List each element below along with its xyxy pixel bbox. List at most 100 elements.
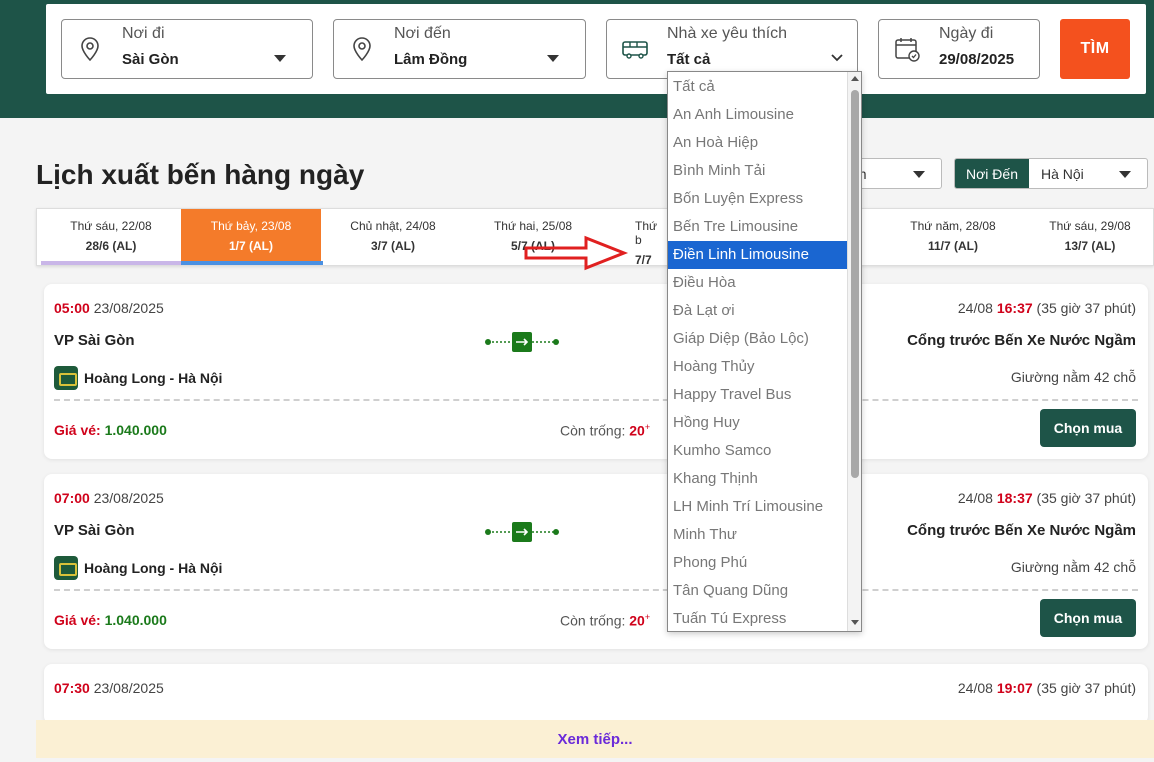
operator-label: Nhà xe yêu thích xyxy=(667,25,788,42)
destination-filter-select[interactable]: Nơi Đến Hà Nội xyxy=(954,158,1148,189)
dropdown-option[interactable]: Khang Thịnh xyxy=(668,465,848,493)
dropdown-option[interactable]: Bốn Luyện Express xyxy=(668,185,848,213)
dropdown-option[interactable]: LH Minh Trí Limousine xyxy=(668,493,848,521)
date-tab-day: Chủ nhật, 24/08 xyxy=(350,219,436,233)
seats-available: Còn trống: 20+ xyxy=(560,422,650,439)
avail-plus: + xyxy=(644,612,651,622)
dropdown-option[interactable]: Tuấn Tú Express xyxy=(668,605,848,631)
ticket-price: Giá vé: 1.040.000 xyxy=(54,612,167,628)
seat-type: Giường nằm 42 chỗ xyxy=(1010,559,1136,575)
trip-duration: (35 giờ 37 phút) xyxy=(1036,490,1136,506)
depart-time: 07:30 xyxy=(54,680,90,696)
arrive-datetime: 24/08 18:37 (35 giờ 37 phút) xyxy=(958,490,1136,506)
operator-dropdown-list[interactable]: Tất cả An Anh Limousine An Hoà Hiệp Bình… xyxy=(667,71,862,632)
trip-card: 07:30 23/08/2025 24/08 19:07 (35 giờ 37 … xyxy=(44,664,1148,724)
destination-filter-value: Hà Nội xyxy=(1041,166,1084,182)
operator-value: Tất cả xyxy=(667,51,711,68)
dropdown-option[interactable]: An Hoà Hiệp xyxy=(668,129,848,157)
tab-underline-active xyxy=(181,261,323,265)
destination-select[interactable]: Nơi đến Lâm Đồng xyxy=(333,19,586,79)
depart-station: VP Sài Gòn xyxy=(54,522,135,539)
search-panel: Nơi đi Sài Gòn Nơi đến Lâm Đồng Nhà xe y… xyxy=(46,4,1146,94)
date-value: 29/08/2025 xyxy=(939,51,1015,68)
chevron-down-icon xyxy=(1119,171,1131,178)
dropdown-option[interactable]: Đà Lạt ơi xyxy=(668,297,848,325)
date-tab-day: Thứ b xyxy=(635,219,658,247)
date-tab-day: Thứ hai, 25/08 xyxy=(493,219,573,233)
operator-select[interactable]: Nhà xe yêu thích Tất cả xyxy=(606,19,858,79)
date-tab-lunar: 7/7 xyxy=(635,253,652,267)
arrive-datetime: 24/08 16:37 (35 giờ 37 phút) xyxy=(958,300,1136,316)
avail-label: Còn trống: xyxy=(560,422,626,439)
arrive-date: 24/08 xyxy=(957,680,993,696)
location-pin-icon xyxy=(353,37,371,62)
load-more-button[interactable]: Xem tiếp... xyxy=(36,720,1154,758)
seats-available: Còn trống: 20+ xyxy=(560,612,650,629)
chevron-down-icon xyxy=(547,55,559,62)
dropdown-option[interactable]: Giáp Diệp (Bảo Lộc) xyxy=(668,325,848,353)
scroll-up-icon[interactable] xyxy=(851,76,859,81)
arrive-date: 24/08 xyxy=(957,300,993,316)
date-tab[interactable]: Chủ nhật, 24/08 3/7 (AL) xyxy=(323,209,463,261)
date-tab-lunar: 13/7 (AL) xyxy=(1064,239,1116,253)
dropdown-option[interactable]: Hoàng Thủy xyxy=(668,353,848,381)
red-arrow-annotation xyxy=(524,235,629,271)
date-tab-active[interactable]: Thứ bảy, 23/08 1/7 (AL) xyxy=(181,209,321,261)
trip-card: 07:00 23/08/2025 VP Sài Gòn Hoàng Long -… xyxy=(44,474,1148,649)
location-pin-icon xyxy=(81,37,99,62)
scroll-down-icon[interactable] xyxy=(851,620,859,625)
arrive-date: 24/08 xyxy=(957,490,993,506)
arrive-station: Cổng trước Bến Xe Nước Ngầm xyxy=(907,332,1136,349)
date-tab-lunar: 11/7 (AL) xyxy=(927,239,978,253)
date-tab[interactable]: Thứ năm, 28/08 11/7 (AL) xyxy=(883,209,1023,261)
search-button[interactable]: TÌM xyxy=(1060,19,1130,79)
date-tab-day: Thứ năm, 28/08 xyxy=(910,219,996,233)
page-title: Lịch xuất bến hàng ngày xyxy=(36,159,365,190)
seat-type: Giường nằm 42 chỗ xyxy=(1010,369,1136,385)
depart-datetime: 05:00 23/08/2025 xyxy=(54,300,164,316)
date-tab-day: Thứ sáu, 29/08 xyxy=(1049,219,1131,233)
date-picker[interactable]: Ngày đi 29/08/2025 xyxy=(878,19,1040,79)
depart-date: 23/08/2025 xyxy=(93,490,164,506)
avail-count: 20 xyxy=(629,422,645,439)
operator-text: Hoàng Long - Hà Nội xyxy=(84,560,223,576)
scrollbar-thumb[interactable] xyxy=(851,90,859,478)
dropdown-option[interactable]: An Anh Limousine xyxy=(668,101,848,129)
depart-date: 23/08/2025 xyxy=(93,680,164,696)
dropdown-option[interactable]: Minh Thư xyxy=(668,521,848,549)
operator-logo-icon xyxy=(54,366,78,390)
chevron-down-icon xyxy=(274,55,286,62)
price-value: 1.040.000 xyxy=(104,612,167,628)
trip-card: 05:00 23/08/2025 VP Sài Gòn Hoàng Long -… xyxy=(44,284,1148,459)
arrive-time: 19:07 xyxy=(996,680,1033,696)
bus-icon xyxy=(622,41,648,59)
chevron-down-icon xyxy=(831,54,843,62)
depart-station: VP Sài Gòn xyxy=(54,332,135,349)
operator-name: Hoàng Long - Hà Nội xyxy=(54,366,222,390)
chevron-down-icon xyxy=(913,171,925,178)
dropdown-option[interactable]: Kumho Samco xyxy=(668,437,848,465)
origin-select[interactable]: Nơi đi Sài Gòn xyxy=(61,19,313,79)
avail-label: Còn trống: xyxy=(560,612,626,629)
date-tab-day: Thứ sáu, 22/08 xyxy=(70,219,152,233)
buy-button[interactable]: Chọn mua xyxy=(1040,599,1136,637)
dropdown-option[interactable]: Phong Phú xyxy=(668,549,848,577)
route-bus-icon xyxy=(485,522,559,542)
date-tab[interactable]: Thứ sáu, 22/08 28/6 (AL) xyxy=(41,209,181,261)
date-tab-day: Thứ bảy, 23/08 xyxy=(210,219,292,233)
dropdown-option[interactable]: Bến Tre Limousine xyxy=(668,213,848,241)
dropdown-option[interactable]: Tất cả xyxy=(668,73,848,101)
arrive-station: Cổng trước Bến Xe Nước Ngầm xyxy=(907,522,1136,539)
origin-label: Nơi đi xyxy=(122,25,165,42)
dropdown-option[interactable]: Bình Minh Tải xyxy=(668,157,848,185)
dropdown-scrollbar[interactable] xyxy=(847,72,861,631)
dropdown-option-selected[interactable]: Điền Linh Limousine xyxy=(668,241,848,269)
date-tab[interactable]: Thứ sáu, 29/08 13/7 (AL) xyxy=(1027,209,1153,261)
dropdown-option[interactable]: Happy Travel Bus xyxy=(668,381,848,409)
avail-count: 20 xyxy=(629,612,645,629)
dropdown-option[interactable]: Hồng Huy xyxy=(668,409,848,437)
dropdown-option[interactable]: Tân Quang Dũng xyxy=(668,577,848,605)
buy-button[interactable]: Chọn mua xyxy=(1040,409,1136,447)
dropdown-option[interactable]: Điều Hòa xyxy=(668,269,848,297)
date-label: Ngày đi xyxy=(939,25,994,42)
